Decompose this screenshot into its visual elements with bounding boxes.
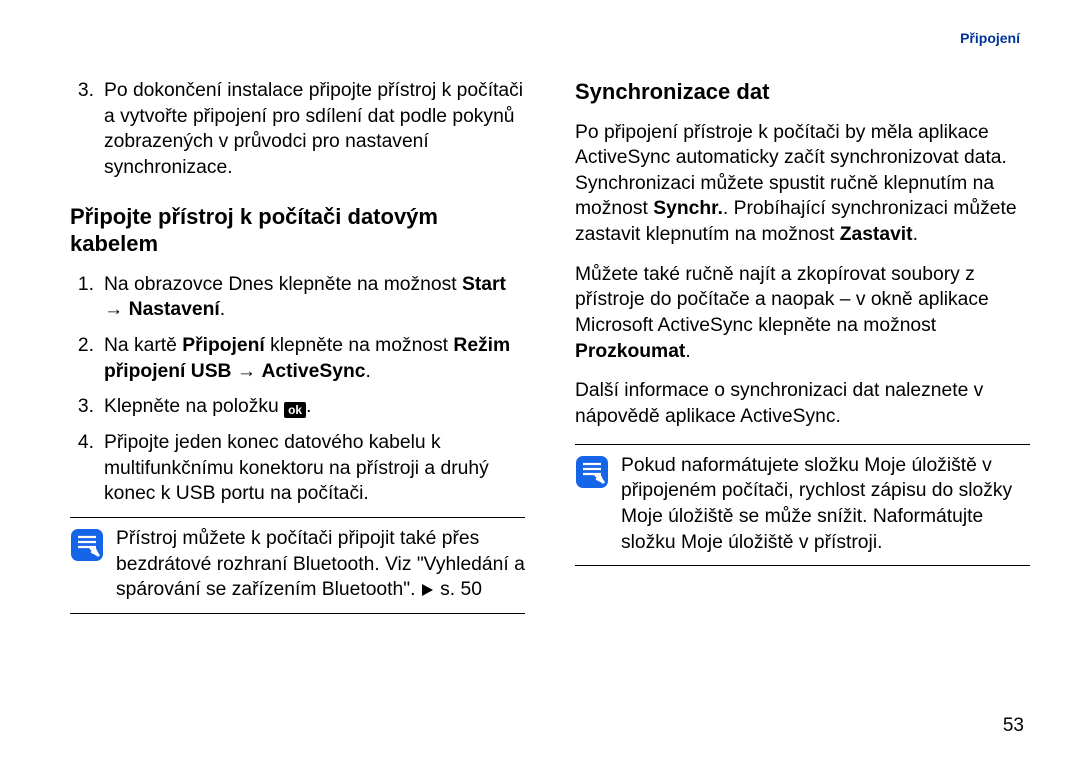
list-number: 1. — [70, 272, 94, 323]
text-fragment: . — [913, 224, 918, 245]
list-text: Po dokončení instalace připojte přístroj… — [104, 78, 525, 181]
heading-connect-cable: Připojte přístroj k počítači datovým kab… — [70, 203, 525, 258]
paragraph: Můžete také ručně najít a zkopírovat sou… — [575, 262, 1030, 365]
note-icon — [70, 528, 104, 562]
bold-fragment: Zastavit — [840, 224, 913, 245]
page: Připojení 3. Po dokončení instalace přip… — [0, 0, 1080, 765]
intro-list: 3. Po dokončení instalace připojte příst… — [70, 78, 525, 181]
list-item: 2. Na kartě Připojení klepněte na možnos… — [70, 333, 525, 384]
text-fragment: Na kartě — [104, 335, 182, 356]
text-fragment: Můžete také ručně najít a zkopírovat sou… — [575, 264, 989, 336]
text-fragment: s. 50 — [435, 579, 482, 600]
section-header: Připojení — [960, 30, 1020, 46]
heading-sync-data: Synchronizace dat — [575, 78, 1030, 106]
list-number: 4. — [70, 430, 94, 507]
ok-icon: ok — [284, 402, 306, 418]
text-fragment: klepněte na možnost — [265, 335, 454, 356]
text-fragment: Na obrazovce Dnes klepněte na možnost — [104, 274, 462, 295]
arrow-glyph: → — [231, 361, 261, 382]
list-item: 3. Po dokončení instalace připojte příst… — [70, 78, 525, 181]
bold-fragment: Připojení — [182, 335, 265, 356]
note-box: Pokud naformátujete složku Moje úložiště… — [575, 444, 1030, 567]
text-fragment: . — [306, 396, 311, 417]
note-text: Přístroj můžete k počítači připojit také… — [116, 526, 525, 603]
note-text: Pokud naformátujete složku Moje úložiště… — [621, 453, 1030, 556]
bold-fragment: Synchr. — [653, 198, 723, 219]
list-number: 3. — [70, 394, 94, 420]
bold-fragment: Start — [462, 274, 506, 295]
list-item: 1. Na obrazovce Dnes klepněte na možnost… — [70, 272, 525, 323]
left-column: 3. Po dokončení instalace připojte příst… — [70, 78, 525, 614]
paragraph: Po připojení přístroje k počítači by měl… — [575, 120, 1030, 248]
list-text: Připojte jeden konec datového kabelu k m… — [104, 430, 525, 507]
text-fragment: Klepněte na položku — [104, 396, 284, 417]
bold-fragment: Prozkoumat — [575, 341, 685, 362]
text-fragment: . — [365, 361, 370, 382]
list-text: Klepněte na položku ok. — [104, 394, 525, 420]
right-column: Synchronizace dat Po připojení přístroje… — [575, 78, 1030, 614]
list-number: 2. — [70, 333, 94, 384]
list-number: 3. — [70, 78, 94, 181]
list-text: Na kartě Připojení klepněte na možnost R… — [104, 333, 525, 384]
steps-list: 1. Na obrazovce Dnes klepněte na možnost… — [70, 272, 525, 507]
list-item: 4. Připojte jeden konec datového kabelu … — [70, 430, 525, 507]
list-text: Na obrazovce Dnes klepněte na možnost St… — [104, 272, 525, 323]
note-box: Přístroj můžete k počítači připojit také… — [70, 517, 525, 614]
bold-fragment: Nastavení — [129, 299, 220, 320]
triangle-icon — [422, 584, 433, 596]
list-item: 3. Klepněte na položku ok. — [70, 394, 525, 420]
page-number: 53 — [1003, 715, 1024, 737]
note-icon — [575, 455, 609, 489]
arrow-glyph: → — [104, 299, 129, 320]
bold-fragment: ActiveSync — [261, 361, 365, 382]
text-fragment: . — [220, 299, 225, 320]
paragraph: Další informace o synchronizaci dat nale… — [575, 378, 1030, 429]
text-fragment: . — [685, 341, 690, 362]
two-column-layout: 3. Po dokončení instalace připojte příst… — [70, 78, 1030, 614]
